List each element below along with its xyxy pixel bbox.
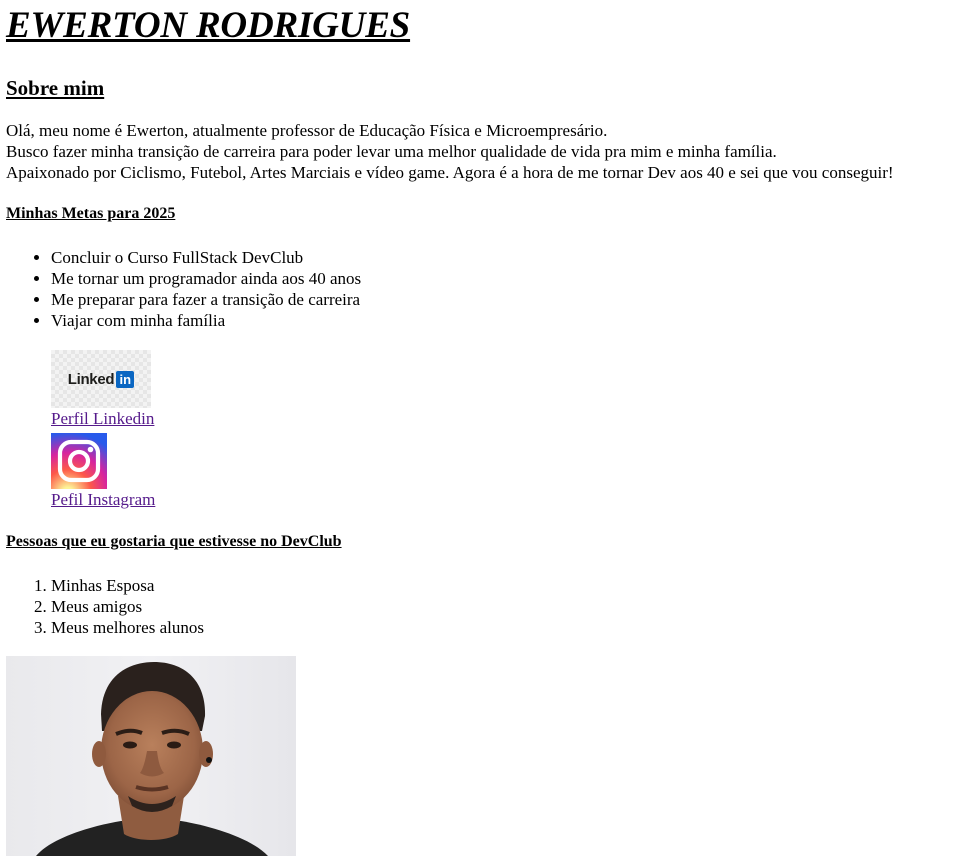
list-item: Viajar com minha família bbox=[51, 310, 966, 331]
about-heading: Sobre mim bbox=[6, 76, 105, 100]
about-line-2: Busco fazer minha transição de carreira … bbox=[6, 142, 777, 161]
linkedin-profile-link[interactable]: Perfil Linkedin bbox=[51, 409, 154, 428]
linkedin-logo-text: Linked bbox=[67, 370, 115, 388]
list-item: Minhas Esposa bbox=[51, 575, 966, 596]
list-item: Meus melhores alunos bbox=[51, 617, 966, 638]
instagram-profile-link[interactable]: Pefil Instagram bbox=[51, 490, 155, 509]
people-list: Minhas Esposa Meus amigos Meus melhores … bbox=[6, 575, 966, 638]
list-item: Me tornar um programador ainda aos 40 an… bbox=[51, 268, 966, 289]
social-links: Linked in Perfil Linkedin Pefil Instagram bbox=[6, 350, 966, 511]
people-heading: Pessoas que eu gostaria que estivesse no… bbox=[6, 533, 342, 550]
instagram-logo-icon[interactable] bbox=[51, 433, 107, 489]
linkedin-logo-icon[interactable]: Linked in bbox=[51, 350, 151, 408]
list-item: Meus amigos bbox=[51, 596, 966, 617]
list-item: Concluir o Curso FullStack DevClub bbox=[51, 247, 966, 268]
list-item: Me preparar para fazer a transição de ca… bbox=[51, 289, 966, 310]
goals-heading: Minhas Metas para 2025 bbox=[6, 205, 176, 222]
about-line-1: Olá, meu nome é Ewerton, atualmente prof… bbox=[6, 121, 608, 140]
about-line-3: Apaixonado por Ciclismo, Futebol, Artes … bbox=[6, 163, 894, 182]
page-title: EWERTON RODRIGUES bbox=[6, 5, 411, 46]
about-text: Olá, meu nome é Ewerton, atualmente prof… bbox=[6, 120, 966, 183]
profile-photo bbox=[6, 656, 296, 856]
goals-list: Concluir o Curso FullStack DevClub Me to… bbox=[6, 247, 966, 331]
page: EWERTON RODRIGUES Sobre mim Olá, meu nom… bbox=[6, 0, 966, 856]
linkedin-logo-box: in bbox=[116, 370, 135, 388]
